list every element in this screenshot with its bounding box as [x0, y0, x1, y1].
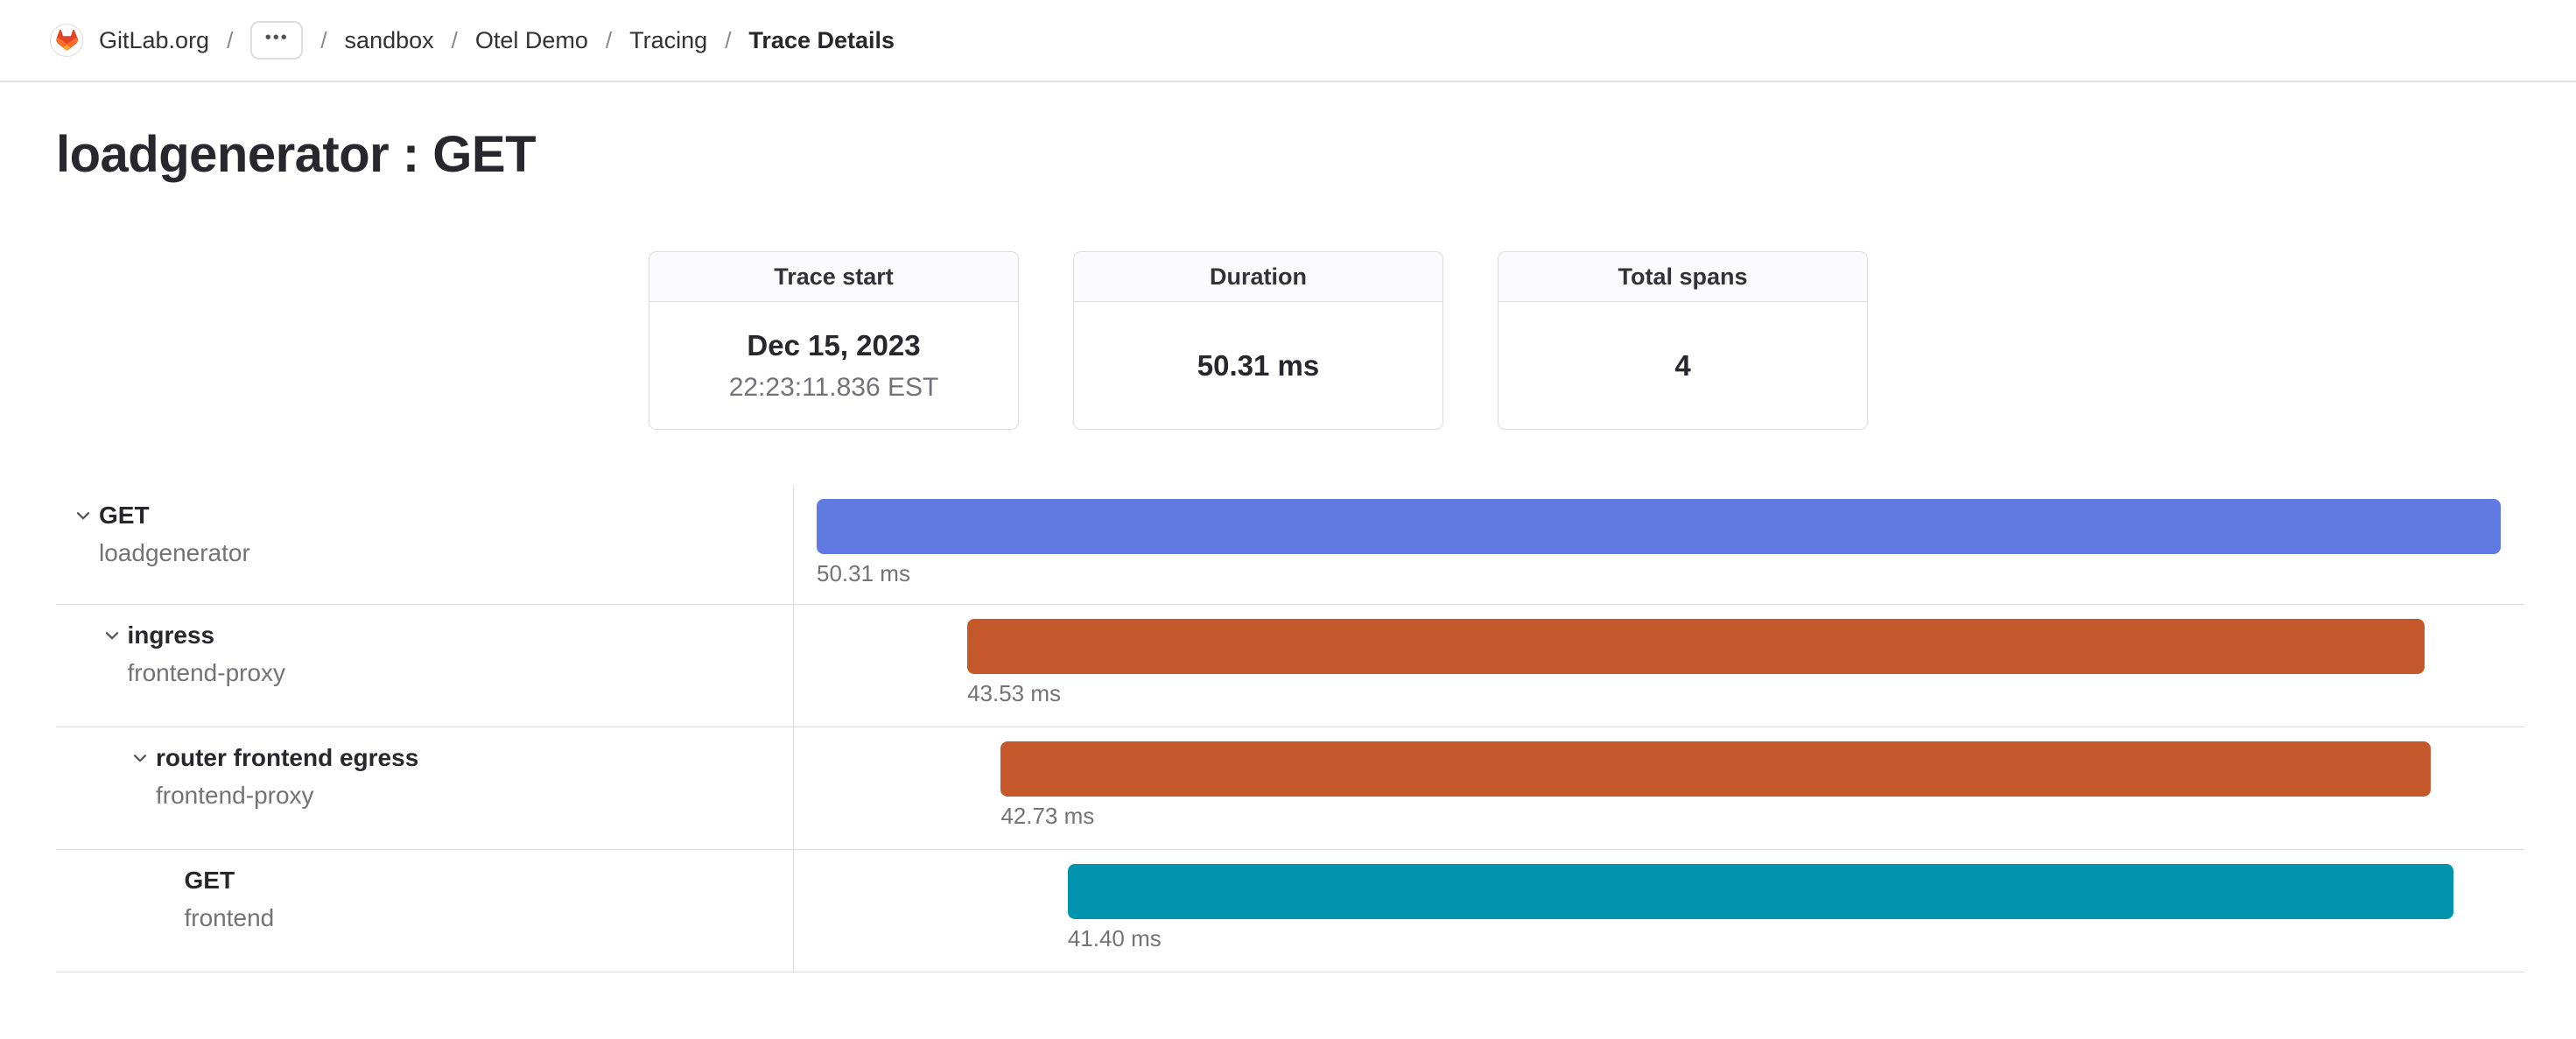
span-duration-label: 43.53 ms: [967, 680, 1061, 707]
span-bar[interactable]: [967, 619, 2425, 674]
duration-card-title: Duration: [1074, 252, 1442, 302]
span-service: frontend: [185, 904, 275, 932]
breadcrumb-bar: GitLab.org / ••• / sandbox / Otel Demo /…: [0, 0, 2576, 82]
duration-value: 50.31 ms: [1197, 349, 1319, 383]
span-row: GET loadgenerator 50.31 ms: [56, 485, 2524, 605]
span-service: frontend-proxy: [128, 659, 286, 687]
span-info-cell: router frontend egress frontend-proxy: [56, 727, 794, 849]
gitlab-tanuki-icon: [56, 30, 78, 51]
span-row: GET frontend 41.40 ms: [56, 850, 2524, 972]
breadcrumb-separator: /: [725, 27, 731, 54]
total-spans-value: 4: [1674, 349, 1690, 383]
trace-start-card-title: Trace start: [649, 252, 1018, 302]
span-chart-cell: 43.53 ms: [794, 605, 2524, 727]
breadcrumb-separator: /: [606, 27, 612, 54]
trace-start-time: 22:23:11.836 EST: [729, 373, 939, 403]
total-spans-card-title: Total spans: [1499, 252, 1867, 302]
span-operation: GET: [99, 502, 250, 530]
breadcrumb-item-otel-demo[interactable]: Otel Demo: [475, 27, 588, 54]
span-row: router frontend egress frontend-proxy 42…: [56, 727, 2524, 850]
span-info-cell: GET frontend: [56, 850, 794, 972]
gitlab-logo-avatar[interactable]: [50, 24, 83, 57]
span-chart-cell: 50.31 ms: [794, 485, 2524, 604]
chevron-down-icon[interactable]: [103, 627, 121, 644]
breadcrumb-item-sandbox[interactable]: sandbox: [345, 27, 434, 54]
span-duration-label: 42.73 ms: [1000, 803, 1094, 830]
breadcrumb-separator: /: [320, 27, 326, 54]
span-duration-label: 50.31 ms: [817, 560, 910, 587]
total-spans-card: Total spans 4: [1498, 251, 1868, 430]
span-info-cell: ingress frontend-proxy: [56, 605, 794, 727]
trace-summary-cards: Trace start Dec 15, 2023 22:23:11.836 ES…: [649, 251, 2576, 430]
span-chart-cell: 42.73 ms: [794, 727, 2524, 849]
span-bar[interactable]: [817, 499, 2501, 554]
trace-start-card: Trace start Dec 15, 2023 22:23:11.836 ES…: [649, 251, 1019, 430]
span-chart-cell: 41.40 ms: [794, 850, 2524, 972]
span-bar[interactable]: [1000, 741, 2431, 797]
span-service: loadgenerator: [99, 539, 250, 567]
span-row: ingress frontend-proxy 43.53 ms: [56, 605, 2524, 727]
span-operation: ingress: [128, 621, 286, 649]
page-title: loadgenerator : GET: [56, 126, 2576, 184]
span-waterfall: GET loadgenerator 50.31 ms ingress front…: [56, 485, 2524, 972]
trace-start-date: Dec 15, 2023: [747, 329, 920, 362]
breadcrumb-ellipsis-button[interactable]: •••: [250, 21, 303, 60]
chevron-down-icon[interactable]: [74, 507, 92, 524]
span-operation: GET: [185, 867, 275, 895]
breadcrumb-separator: /: [227, 27, 233, 54]
span-service: frontend-proxy: [156, 782, 418, 810]
breadcrumb-separator: /: [452, 27, 458, 54]
span-duration-label: 41.40 ms: [1068, 925, 1162, 952]
chevron-down-icon[interactable]: [131, 749, 149, 767]
breadcrumb-item-tracing[interactable]: Tracing: [629, 27, 707, 54]
duration-card: Duration 50.31 ms: [1073, 251, 1443, 430]
span-info-cell: GET loadgenerator: [56, 485, 794, 604]
breadcrumb-item-trace-details: Trace Details: [748, 27, 895, 54]
breadcrumb: GitLab.org / ••• / sandbox / Otel Demo /…: [50, 21, 895, 60]
breadcrumb-item-gitlab-org[interactable]: GitLab.org: [99, 27, 209, 54]
span-bar[interactable]: [1068, 864, 2453, 919]
span-operation: router frontend egress: [156, 744, 418, 772]
